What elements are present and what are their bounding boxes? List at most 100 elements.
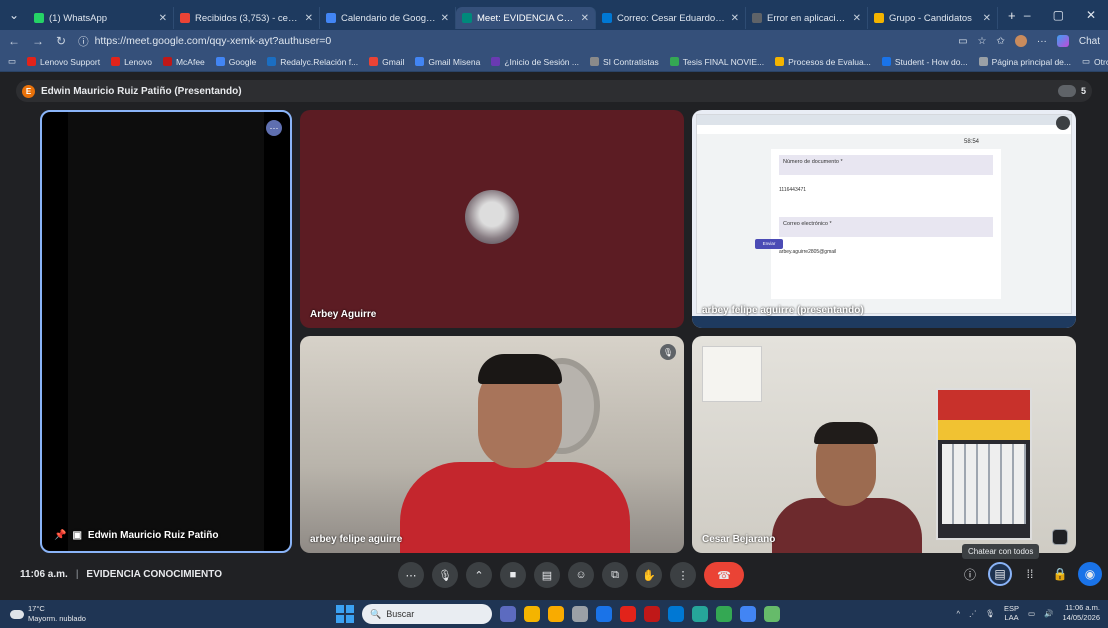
network-icon[interactable]: ⋰ bbox=[969, 609, 977, 618]
participant-tile-arbey-aguirre[interactable]: Arbey Aguirre bbox=[300, 110, 684, 328]
bookmark[interactable]: Gmail Misena bbox=[415, 57, 480, 67]
word-icon[interactable] bbox=[740, 606, 756, 622]
close-icon[interactable]: ✕ bbox=[441, 13, 449, 24]
task-view-icon[interactable] bbox=[500, 606, 516, 622]
host-controls-icon[interactable]: 🔒 bbox=[1048, 562, 1072, 586]
weather-widget[interactable]: 17°C Mayorm. nublado bbox=[10, 604, 86, 624]
language-indicator[interactable]: ESP LAA bbox=[1004, 604, 1019, 622]
meeting-details-icon[interactable]: ⓘ bbox=[958, 562, 982, 586]
close-icon[interactable]: ✕ bbox=[581, 13, 589, 24]
forward-icon[interactable]: → bbox=[32, 34, 44, 48]
office-icon[interactable] bbox=[620, 606, 636, 622]
lenovo-icon bbox=[27, 57, 37, 66]
bookmark[interactable]: Lenovo bbox=[111, 57, 152, 67]
bookmark[interactable]: Student - How do... bbox=[881, 57, 968, 67]
more-options-button[interactable]: ⋮ bbox=[670, 562, 696, 588]
tab-candidatos[interactable]: Grupo - Candidatos ✕ bbox=[868, 7, 998, 29]
tab-whatsapp[interactable]: (1) WhatsApp ✕ bbox=[28, 7, 174, 29]
outlook-icon[interactable] bbox=[668, 606, 684, 622]
tile-name: Arbey Aguirre bbox=[310, 309, 377, 320]
bookmark[interactable]: Tesis FINAL NOVIE... bbox=[669, 57, 764, 67]
microphone-button[interactable]: 🎙 bbox=[432, 562, 458, 588]
mcafee-icon[interactable] bbox=[644, 606, 660, 622]
bookmark[interactable]: SI Contratistas bbox=[589, 57, 659, 67]
chrome-icon[interactable] bbox=[524, 606, 540, 622]
taskbar-search[interactable]: 🔍 Buscar bbox=[362, 604, 492, 624]
tab-search-icon[interactable]: ⌄ bbox=[0, 8, 28, 22]
tab-gmail[interactable]: Recibidos (3,753) - cesar.eduardo ✕ bbox=[174, 7, 320, 29]
close-icon[interactable]: ✕ bbox=[983, 13, 991, 24]
more-icon[interactable]: ··· bbox=[1037, 36, 1047, 47]
cast-icon[interactable]: ▭ bbox=[958, 36, 967, 47]
excel-icon[interactable] bbox=[716, 606, 732, 622]
copilot-icon[interactable] bbox=[1056, 35, 1069, 47]
minimize-icon[interactable]: – bbox=[1024, 8, 1031, 22]
app-icon[interactable] bbox=[764, 606, 780, 622]
self-avatar-icon[interactable]: ◉ bbox=[1078, 562, 1102, 586]
reload-icon[interactable]: ↻ bbox=[56, 34, 66, 48]
chat-button[interactable]: Chat bbox=[1079, 36, 1100, 47]
back-icon[interactable]: ← bbox=[8, 34, 20, 48]
participants-indicator[interactable]: 5 bbox=[1057, 85, 1086, 97]
shared-taskbar bbox=[692, 316, 1076, 328]
close-icon[interactable]: ✕ bbox=[731, 13, 739, 24]
pin-icon[interactable]: 📌 bbox=[54, 530, 66, 541]
bookmark[interactable]: Redalyc.Relación f... bbox=[267, 57, 358, 67]
more-options-icon[interactable]: ⋯ bbox=[266, 120, 282, 136]
emoji-button[interactable]: ☺ bbox=[568, 562, 594, 588]
windows-start-icon[interactable] bbox=[336, 605, 354, 623]
favorites-icon[interactable]: ✩ bbox=[996, 36, 1004, 47]
display-icon[interactable]: ▭ bbox=[1028, 609, 1035, 618]
file-explorer-icon[interactable] bbox=[548, 606, 564, 622]
gmail-icon bbox=[369, 57, 379, 66]
participant-tile-screen-share[interactable]: 58:54 Número de documento * 1116443471 C… bbox=[692, 110, 1076, 328]
raise-hand-button[interactable]: ✋ bbox=[636, 562, 662, 588]
edge-icon[interactable] bbox=[596, 606, 612, 622]
participant-tile-arbey-felipe-aguirre[interactable]: 🎙 arbey felipe aguirre bbox=[300, 336, 684, 553]
volume-icon[interactable]: 🔊 bbox=[1044, 609, 1053, 618]
maximize-icon[interactable]: ▢ bbox=[1053, 8, 1064, 22]
store-icon[interactable] bbox=[572, 606, 588, 622]
close-icon[interactable]: ✕ bbox=[853, 13, 861, 24]
mic-tray-icon[interactable]: 🎙 bbox=[985, 609, 995, 618]
tab-actions-icon[interactable]: ▭ bbox=[8, 56, 16, 67]
close-icon[interactable]: ✕ bbox=[159, 13, 167, 24]
bookmark-star-icon[interactable]: ☆ bbox=[978, 36, 987, 47]
close-icon[interactable]: ✕ bbox=[305, 13, 313, 24]
participant-tile-cesar-bejarano[interactable]: Cesar Bejarano bbox=[692, 336, 1076, 553]
search-placeholder: Buscar bbox=[386, 609, 415, 619]
poster-calendar-grid bbox=[942, 444, 1026, 524]
chat-icon[interactable]: ▤ bbox=[988, 562, 1012, 586]
other-favorites[interactable]: ▭Otros favoritos bbox=[1082, 56, 1108, 67]
page-icon bbox=[589, 57, 599, 66]
tab-outlook[interactable]: Correo: Cesar Eduardo Bejarano R ✕ bbox=[596, 7, 746, 29]
clock[interactable]: 11:06 a.m. 14/05/2026 bbox=[1062, 603, 1100, 623]
bookmark[interactable]: Google bbox=[215, 57, 256, 67]
mic-options-icon[interactable]: ⋯ bbox=[398, 562, 424, 588]
captions-button[interactable]: ▤ bbox=[534, 562, 560, 588]
close-window-icon[interactable]: ✕ bbox=[1086, 8, 1096, 22]
tab-meet[interactable]: Meet: EVIDENCIA CONOCIMI ✕ bbox=[456, 7, 596, 29]
leave-call-button[interactable]: ☎ bbox=[704, 562, 744, 588]
bookmark[interactable]: Gmail bbox=[369, 57, 404, 67]
tab-error[interactable]: Error en aplicación línea ✕ bbox=[746, 7, 868, 29]
bookmark[interactable]: Procesos de Evalua... bbox=[775, 57, 871, 67]
pin-icon[interactable] bbox=[1052, 529, 1068, 545]
activities-icon[interactable]: ⁞⁞ bbox=[1018, 562, 1042, 586]
chevron-up-icon[interactable]: ^ bbox=[956, 609, 960, 618]
camera-options-icon[interactable]: ⌃ bbox=[466, 562, 492, 588]
url-field[interactable]: ⓘ https://meet.google.com/qqy-xemk-ayt?a… bbox=[78, 34, 946, 49]
camera-button[interactable]: ■ bbox=[500, 562, 526, 588]
bookmark[interactable]: Lenovo Support bbox=[27, 57, 100, 67]
tab-calendar[interactable]: Calendario de Google - jueves, 14 ✕ bbox=[320, 7, 456, 29]
bookmark[interactable]: McAfee bbox=[162, 57, 205, 67]
profile-icon[interactable] bbox=[1014, 35, 1027, 47]
google-icon bbox=[215, 57, 225, 66]
new-tab-icon[interactable]: + bbox=[998, 8, 1016, 23]
meet-app-icon[interactable] bbox=[692, 606, 708, 622]
present-screen-button[interactable]: ⧉ bbox=[602, 562, 628, 588]
bookmark[interactable]: ¿Inicio de Sesión ... bbox=[491, 57, 579, 67]
bookmark[interactable]: Página principal de... bbox=[978, 57, 1071, 67]
presenter-tile[interactable]: ⋯ 📌 ▣ Edwin Mauricio Ruiz Patiño bbox=[40, 110, 292, 553]
site-info-icon[interactable]: ⓘ bbox=[78, 34, 89, 49]
